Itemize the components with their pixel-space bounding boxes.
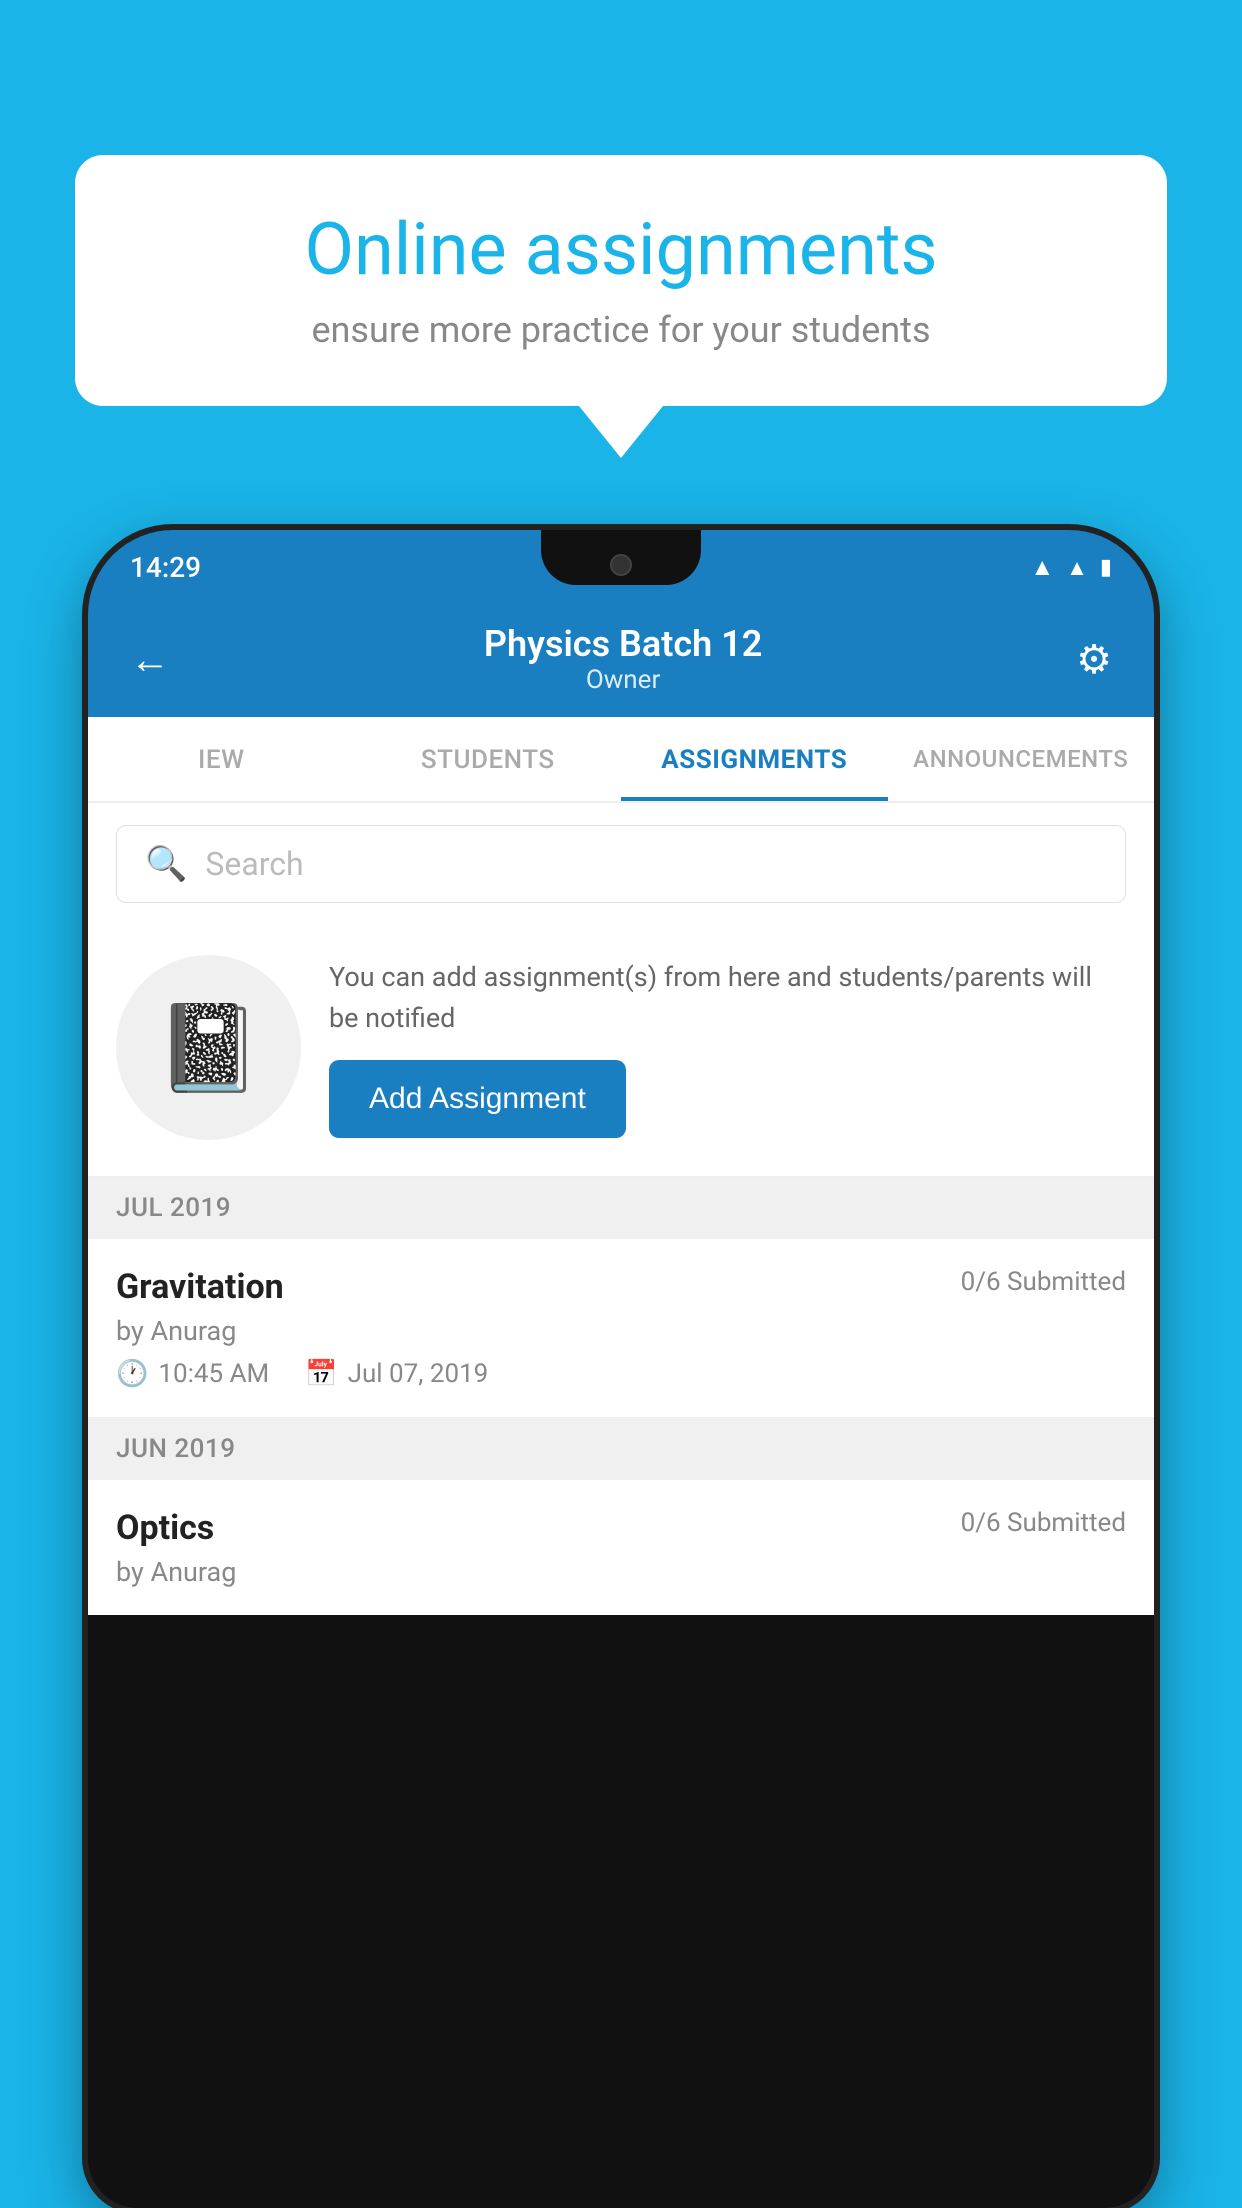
status-bar: 14:29 ▲ ▲ ▮ [88,530,1154,605]
promo-section: 📓 You can add assignment(s) from here an… [88,925,1154,1177]
promo-text-area: You can add assignment(s) from here and … [329,957,1124,1138]
bubble-title: Online assignments [140,210,1102,289]
optics-name: Optics [116,1508,214,1548]
tab-iew[interactable]: IEW [88,717,355,801]
phone-frame: 14:29 ▲ ▲ ▮ ← Physics Batch 12 Owner ⚙ I… [88,530,1154,2208]
assignment-gravitation[interactable]: Gravitation 0/6 Submitted by Anurag 🕐 10… [88,1239,1154,1418]
signal-icon: ▲ [1066,555,1088,581]
assignment-meta: 🕐 10:45 AM 📅 Jul 07, 2019 [116,1359,1126,1389]
assignment-row-top: Gravitation 0/6 Submitted [116,1267,1126,1307]
status-time: 14:29 [130,551,201,584]
meta-date: 📅 Jul 07, 2019 [305,1359,488,1389]
search-placeholder-text: Search [205,845,303,883]
search-bar-container: 🔍 Search [88,803,1154,925]
tabs-bar: IEW STUDENTS ASSIGNMENTS ANNOUNCEMENTS [88,717,1154,803]
owner-label: Owner [170,665,1076,695]
notebook-icon: 📓 [156,998,262,1098]
assignment-name: Gravitation [116,1267,284,1307]
app-header: ← Physics Batch 12 Owner ⚙ [88,605,1154,717]
speech-bubble-card: Online assignments ensure more practice … [75,155,1167,406]
speech-bubble-arrow [579,406,663,458]
assignment-by: by Anurag [116,1315,1126,1347]
promo-icon-circle: 📓 [116,955,301,1140]
wifi-icon: ▲ [1030,553,1054,582]
tab-assignments[interactable]: ASSIGNMENTS [621,717,888,801]
header-center: Physics Batch 12 Owner [170,623,1076,695]
status-icons: ▲ ▲ ▮ [1030,553,1112,582]
camera-notch [610,554,632,576]
assignment-optics-row-top: Optics 0/6 Submitted [116,1508,1126,1548]
optics-by: by Anurag [116,1556,1126,1588]
promo-description: You can add assignment(s) from here and … [329,957,1124,1038]
battery-icon: ▮ [1100,555,1112,580]
search-bar[interactable]: 🔍 Search [116,825,1126,903]
calendar-icon: 📅 [305,1359,337,1389]
assignment-date: Jul 07, 2019 [348,1359,489,1389]
search-icon: 🔍 [145,844,187,884]
meta-time: 🕐 10:45 AM [116,1359,269,1389]
bubble-subtitle: ensure more practice for your students [140,309,1102,351]
clock-icon: 🕐 [116,1359,148,1389]
settings-icon[interactable]: ⚙ [1076,636,1112,683]
add-assignment-button[interactable]: Add Assignment [329,1060,626,1138]
back-button[interactable]: ← [130,636,170,683]
section-header-jun: JUN 2019 [88,1418,1154,1480]
phone-notch [541,530,701,585]
assignment-optics[interactable]: Optics 0/6 Submitted by Anurag [88,1480,1154,1615]
optics-submitted: 0/6 Submitted [961,1508,1126,1538]
app-content: 🔍 Search 📓 You can add assignment(s) fro… [88,803,1154,1615]
assignment-submitted: 0/6 Submitted [961,1267,1126,1297]
promo-banner: Online assignments ensure more practice … [75,155,1167,458]
batch-title: Physics Batch 12 [170,623,1076,665]
tab-students[interactable]: STUDENTS [355,717,622,801]
assignment-time: 10:45 AM [158,1359,269,1389]
section-header-jul: JUL 2019 [88,1177,1154,1239]
tab-announcements[interactable]: ANNOUNCEMENTS [888,717,1155,801]
